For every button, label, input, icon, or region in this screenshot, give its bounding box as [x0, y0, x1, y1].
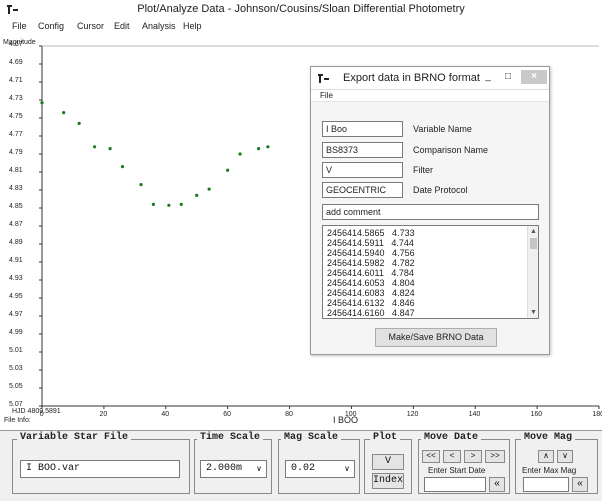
list-item[interactable]: 2456414.6011 4.784 — [327, 268, 414, 278]
dialog-menu-file[interactable]: File — [320, 91, 333, 100]
data-point[interactable] — [120, 165, 125, 169]
menu-analysis[interactable]: Analysis — [142, 21, 176, 31]
comparison-name-label: Comparison Name — [413, 145, 489, 155]
file-info-label: File Info: — [4, 417, 31, 424]
menu-cursor[interactable]: Cursor — [77, 21, 104, 31]
list-scrollbar[interactable]: ▲ ▼ — [527, 226, 538, 318]
chevron-down-icon: ∨ — [256, 465, 262, 474]
menu-edit[interactable]: Edit — [114, 21, 130, 31]
time-scale-title: Time Scale — [197, 432, 264, 443]
hjd-label: HJD 4809.5891 — [12, 408, 61, 415]
title-bar: Plot/Analyze Data - Johnson/Cousins/Sloa… — [0, 0, 602, 19]
mag-scale-group: Mag Scale 0.02 ∨ — [278, 432, 360, 494]
data-point[interactable] — [167, 203, 171, 207]
date-protocol-input[interactable]: GEOCENTRIC — [322, 182, 403, 198]
date-forward-button[interactable]: > — [464, 450, 482, 463]
time-scale-select[interactable]: 2.000m ∨ — [200, 460, 267, 478]
caret-down-icon: ∨ — [562, 452, 568, 461]
data-point[interactable] — [108, 147, 112, 151]
mag-scale-value: 0.02 — [291, 463, 316, 474]
plot-group-title: Plot — [370, 432, 401, 443]
date-back-far-button[interactable]: << — [422, 450, 440, 463]
menu-config[interactable]: Config — [38, 21, 64, 31]
scroll-thumb[interactable] — [530, 238, 537, 249]
minimize-icon[interactable]: _ — [479, 70, 497, 84]
dialog-title: Export data in BRNO format — [343, 72, 480, 84]
data-point[interactable] — [266, 145, 270, 149]
maximize-icon[interactable]: □ — [499, 70, 517, 84]
menu-help[interactable]: Help — [183, 21, 202, 31]
mag-up-button[interactable]: ∧ — [538, 450, 554, 463]
x-axis-title: I BOO — [333, 415, 359, 425]
list-item[interactable]: 2456414.5940 4.756 — [327, 248, 415, 258]
date-protocol-label: Date Protocol — [413, 185, 468, 195]
variable-name-label: Variable Name — [413, 124, 472, 134]
start-date-label: Enter Start Date — [428, 466, 486, 475]
variable-star-file-input[interactable]: I BOO.var — [20, 460, 180, 478]
max-mag-go-button[interactable]: « — [572, 477, 588, 492]
caret-up-icon: ∧ — [543, 452, 549, 461]
data-point[interactable] — [238, 152, 242, 156]
move-mag-group: Move Mag ∧ ∨ Enter Max Mag « — [515, 432, 598, 494]
scroll-up-icon[interactable]: ▲ — [529, 227, 538, 236]
window-title: Plot/Analyze Data - Johnson/Cousins/Sloa… — [137, 3, 465, 15]
export-brno-dialog: Export data in BRNO format _ □ × File I … — [310, 66, 550, 355]
menu-bar: File Config Cursor Edit Analysis Help — [0, 19, 602, 34]
comment-input[interactable]: add comment — [322, 204, 539, 220]
close-icon[interactable]: × — [521, 70, 547, 84]
move-date-group: Move Date << < > >> Enter Start Date « — [418, 432, 510, 494]
data-point[interactable] — [257, 147, 261, 151]
time-scale-value: 2.000m — [206, 463, 243, 474]
list-item[interactable]: 2456414.5982 4.782 — [327, 258, 415, 268]
brno-data-list[interactable]: 2456414.5865 4.733 2456414.5911 4.744 2456… — [322, 225, 539, 319]
chevron-down-icon: ∨ — [344, 465, 350, 474]
filter-input[interactable]: V — [322, 162, 403, 178]
plot-group: Plot V Index — [364, 432, 412, 494]
make-save-brno-button[interactable]: Make/Save BRNO Data — [375, 328, 497, 347]
mag-down-button[interactable]: ∨ — [557, 450, 573, 463]
move-mag-title: Move Mag — [521, 432, 576, 443]
data-point[interactable] — [179, 202, 183, 206]
date-forward-far-button[interactable]: >> — [485, 450, 505, 463]
list-item[interactable]: 2456414.6160 4.847 — [327, 308, 415, 318]
list-item[interactable]: 2456414.6053 4.804 — [327, 278, 415, 288]
move-date-title: Move Date — [421, 432, 482, 443]
data-point[interactable] — [77, 121, 81, 125]
max-mag-label: Enter Max Mag — [522, 466, 577, 475]
data-point[interactable] — [139, 183, 143, 187]
data-point[interactable] — [62, 111, 66, 115]
mag-scale-select[interactable]: 0.02 ∨ — [285, 460, 355, 478]
data-point[interactable] — [40, 101, 44, 105]
list-item[interactable]: 2456414.6132 4.846 — [327, 298, 415, 308]
variable-star-file-group: Variable Star File I BOO.var — [12, 432, 190, 494]
data-point[interactable] — [195, 193, 199, 197]
data-point[interactable] — [226, 168, 230, 172]
plot-v-button[interactable]: V — [372, 454, 404, 470]
list-item[interactable]: 2456414.6083 4.824 — [327, 288, 415, 298]
plot-index-button[interactable]: Index — [372, 473, 404, 489]
list-item[interactable]: 2456414.5911 4.744 — [327, 238, 414, 248]
start-date-input[interactable] — [424, 477, 486, 492]
scroll-down-icon[interactable]: ▼ — [529, 308, 538, 317]
app-icon — [318, 74, 329, 83]
filter-label: Filter — [413, 165, 433, 175]
control-panel: Variable Star File I BOO.var Time Scale … — [0, 430, 602, 501]
variable-star-file-title: Variable Star File — [17, 432, 132, 443]
variable-name-input[interactable]: I Boo — [322, 121, 403, 137]
data-point[interactable] — [151, 202, 155, 206]
start-date-go-button[interactable]: « — [489, 477, 505, 492]
time-scale-group: Time Scale 2.000m ∨ — [194, 432, 272, 494]
list-item[interactable]: 2456414.5865 4.733 — [327, 228, 415, 238]
dialog-menu-bar: File — [311, 89, 549, 102]
data-point[interactable] — [207, 187, 211, 191]
date-back-button[interactable]: < — [443, 450, 461, 463]
data-point[interactable] — [93, 145, 97, 149]
mag-scale-title: Mag Scale — [281, 432, 342, 443]
comparison-name-input[interactable]: BS8373 — [322, 142, 403, 158]
menu-file[interactable]: File — [12, 21, 27, 31]
max-mag-input[interactable] — [523, 477, 569, 492]
dialog-title-bar: Export data in BRNO format _ □ × — [311, 67, 549, 89]
